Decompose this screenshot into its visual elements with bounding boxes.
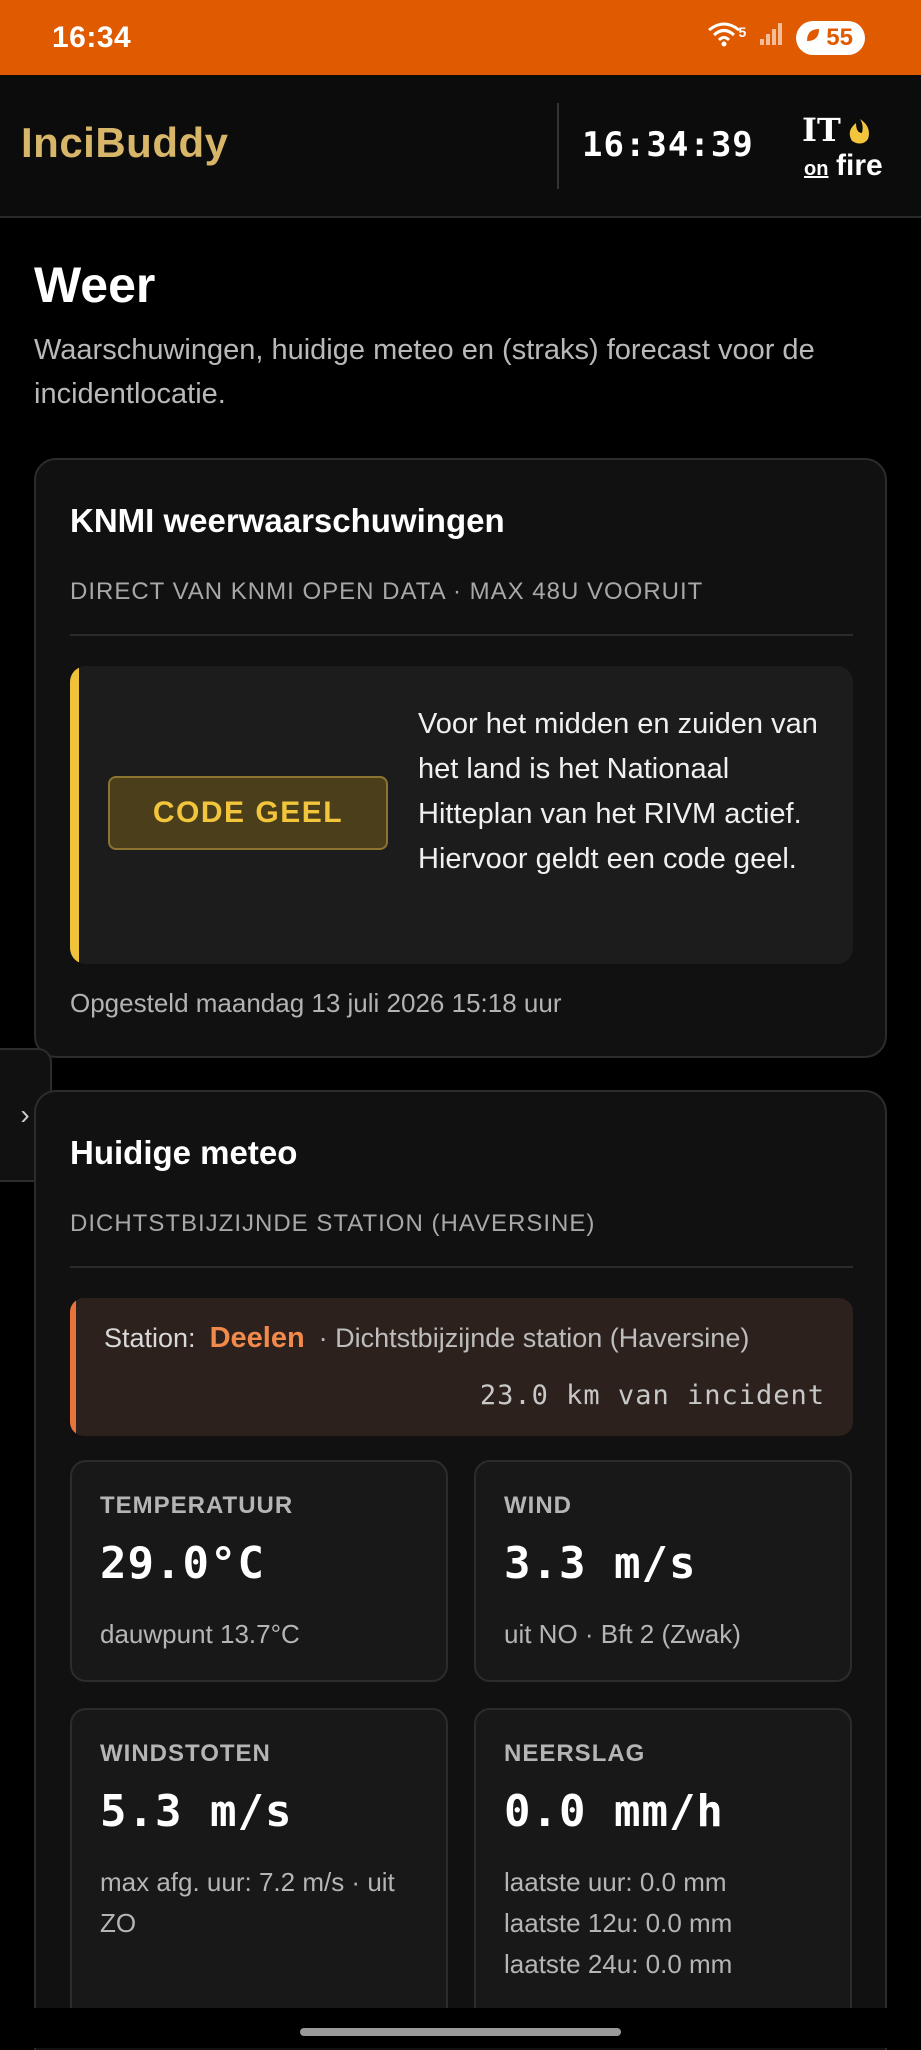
precip-last-12h: laatste 12u: 0.0 mm xyxy=(504,1908,733,1938)
weather-warning: CODE GEEL Voor het midden en zuiden van … xyxy=(70,666,853,964)
wifi-icon xyxy=(707,21,741,54)
logo-text-top: IT xyxy=(802,111,841,149)
leaf-icon xyxy=(804,26,822,50)
battery-indicator: 55 xyxy=(796,20,865,55)
station-line: Station: Deelen · Dichtstbijzijnde stati… xyxy=(104,1322,749,1355)
status-icons: 5 55 xyxy=(707,20,865,55)
station-description: · Dichtstbijzijnde station (Haversine) xyxy=(318,1323,750,1353)
temperature-tile: TEMPERATUUR 29.0°C dauwpunt 13.7°C xyxy=(70,1460,448,1682)
warning-text: Voor het midden en zuiden van het land i… xyxy=(418,708,818,875)
knmi-warnings-card: KNMI weerwaarschuwingen DIRECT VAN KNMI … xyxy=(34,458,887,1058)
card-divider xyxy=(70,1266,853,1268)
it-on-fire-logo: IT on fire xyxy=(800,111,900,183)
status-time: 16:34 xyxy=(52,20,132,54)
precipitation-tile: NEERSLAG 0.0 mm/h laatste uur: 0.0 mm la… xyxy=(474,1708,852,2024)
warning-issued-date: Opgesteld maandag 13 juli 2026 15:18 uur xyxy=(70,988,562,1018)
tile-note: uit NO · Bft 2 (Zwak) xyxy=(504,1619,741,1649)
current-meteo-card: Huidige meteo DICHTSTBIJZIJNDE STATION (… xyxy=(34,1090,887,2050)
header-clock: 16:34:39 xyxy=(582,125,754,165)
signal-icon xyxy=(758,21,784,54)
card-caption: DICHTSTBIJZIJNDE STATION (HAVERSINE) xyxy=(70,1210,596,1237)
tile-label: TEMPERATUUR xyxy=(100,1492,294,1519)
logo-text-big: fire xyxy=(836,149,883,182)
tile-value: 5.3 m/s xyxy=(100,1786,293,1837)
page-content: Weer Waarschuwingen, huidige meteo en (s… xyxy=(0,218,921,2050)
logo-text-small: on xyxy=(804,158,828,180)
tile-label: WIND xyxy=(504,1492,572,1519)
station-info: Station: Deelen · Dichtstbijzijnde stati… xyxy=(70,1298,853,1436)
precip-last-24h: laatste 24u: 0.0 mm xyxy=(504,1949,733,1979)
tile-note: max afg. uur: 7.2 m/s · uit ZO xyxy=(100,1867,395,1938)
tile-label: WINDSTOTEN xyxy=(100,1740,271,1767)
tile-note: laatste uur: 0.0 mm laatste 12u: 0.0 mm … xyxy=(504,1862,834,1985)
card-divider xyxy=(70,634,853,636)
card-caption: DIRECT VAN KNMI OPEN DATA · MAX 48U VOOR… xyxy=(70,578,704,605)
header-divider xyxy=(557,103,559,189)
tile-label: NEERSLAG xyxy=(504,1740,646,1767)
system-nav-bar xyxy=(0,2008,921,2048)
card-title: Huidige meteo xyxy=(70,1134,298,1171)
wind-tile: WIND 3.3 m/s uit NO · Bft 2 (Zwak) xyxy=(474,1460,852,1682)
battery-level: 55 xyxy=(826,23,853,51)
warning-accent-bar xyxy=(70,666,79,964)
card-title: KNMI weerwaarschuwingen xyxy=(70,502,505,539)
station-distance: 23.0 km van incident xyxy=(479,1380,825,1411)
station-label: Station: xyxy=(104,1323,196,1353)
tile-value: 0.0 mm/h xyxy=(504,1786,724,1837)
station-name[interactable]: Deelen xyxy=(210,1322,305,1355)
page-subtitle: Waarschuwingen, huidige meteo en (straks… xyxy=(34,334,815,410)
precip-last-hour: laatste uur: 0.0 mm xyxy=(504,1867,727,1897)
station-accent-bar xyxy=(70,1298,76,1436)
app-brand[interactable]: InciBuddy xyxy=(21,119,229,167)
app-header: InciBuddy 16:34:39 IT on fire xyxy=(0,75,921,218)
gusts-tile: WINDSTOTEN 5.3 m/s max afg. uur: 7.2 m/s… xyxy=(70,1708,448,2024)
page-title: Weer xyxy=(34,257,156,313)
chevron-right-icon: › xyxy=(20,1099,30,1130)
tile-value: 3.3 m/s xyxy=(504,1538,697,1589)
home-gesture-handle[interactable] xyxy=(300,2028,621,2036)
tile-note: dauwpunt 13.7°C xyxy=(100,1619,300,1649)
warning-code-badge: CODE GEEL xyxy=(108,776,388,850)
status-bar: 16:34 5 55 xyxy=(0,0,921,75)
tile-value: 29.0°C xyxy=(100,1538,265,1589)
network-5g-label: 5 xyxy=(738,23,747,40)
